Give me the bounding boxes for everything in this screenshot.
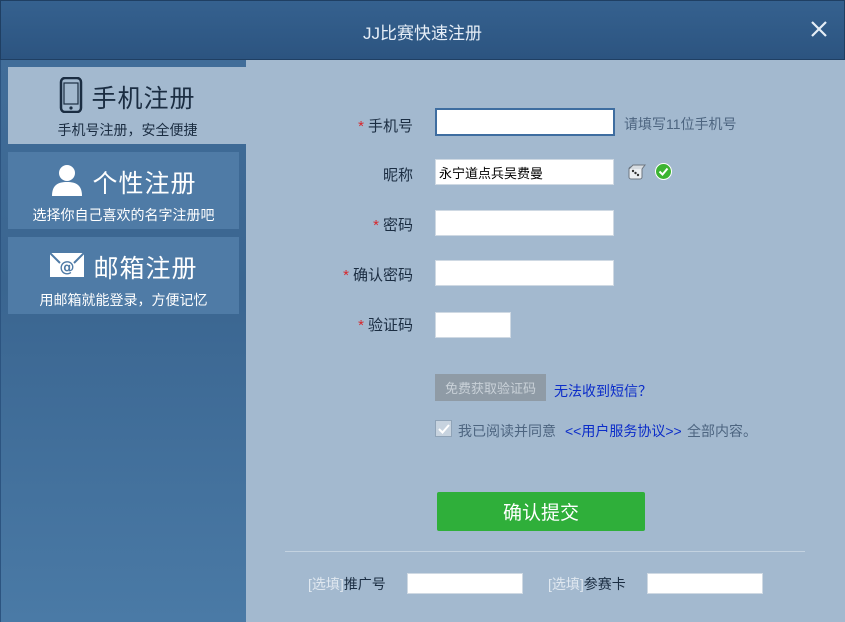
sidebar-item-email-register[interactable]: @ 邮箱注册 用邮箱就能登录，方便记忆 <box>8 237 239 314</box>
phone-label: * 手机号 <box>358 118 413 135</box>
sidebar-item-label: 手机注册 <box>91 85 196 113</box>
sidebar-item-sub: 用邮箱就能登录，方便记忆 <box>39 292 208 308</box>
phone-icon <box>59 76 83 118</box>
phone-input[interactable] <box>435 108 615 136</box>
email-icon: @ <box>49 251 86 283</box>
user-icon <box>50 163 84 202</box>
sidebar: 手机注册 手机号注册，安全便捷 个性注册 选择你自己喜欢的名字注册吧 @ 邮箱注… <box>0 60 247 622</box>
captcha-input[interactable] <box>435 312 511 338</box>
required-mark: * <box>358 118 364 135</box>
password-label: * 密码 <box>373 217 413 234</box>
sidebar-item-label: 个性注册 <box>92 170 197 198</box>
agree-checkbox[interactable] <box>435 420 452 437</box>
sidebar-item-phone-register[interactable]: 手机注册 手机号注册，安全便捷 <box>8 67 247 144</box>
confirm-password-input[interactable] <box>435 260 614 286</box>
close-icon[interactable] <box>808 18 830 40</box>
card-input[interactable] <box>647 573 763 594</box>
required-mark: * <box>343 267 349 284</box>
no-sms-link[interactable]: 无法收到短信？ <box>554 381 652 401</box>
divider <box>285 551 805 552</box>
sidebar-item-sub: 手机号注册，安全便捷 <box>57 122 198 138</box>
agree-text: 我已阅读并同意 <box>458 423 556 439</box>
nickname-label: 昵称 <box>382 167 413 184</box>
get-code-button[interactable]: 免费获取验证码 <box>435 374 546 401</box>
random-dice-icon[interactable] <box>626 162 646 182</box>
title-bar: JJ比赛快速注册 <box>0 0 845 60</box>
user-agreement-link[interactable]: <<用户服务协议>> <box>565 421 682 441</box>
submit-button[interactable]: 确认提交 <box>437 492 645 531</box>
captcha-label: * 验证码 <box>358 317 413 334</box>
referrer-label: [选填]推广号 <box>308 576 386 592</box>
referrer-input[interactable] <box>407 573 523 594</box>
window-title: JJ比赛快速注册 <box>363 24 482 43</box>
phone-hint: 请填写11位手机号 <box>624 116 737 132</box>
svg-text:@: @ <box>60 258 75 276</box>
registration-form: * 手机号 请填写11位手机号 昵称 永宁道点兵吴费曼 * 密码 * 确认密码 * 验证… <box>246 60 845 622</box>
card-label: [选填]参赛卡 <box>548 576 626 592</box>
sidebar-item-custom-register[interactable]: 个性注册 选择你自己喜欢的名字注册吧 <box>8 152 239 229</box>
required-mark: * <box>373 217 379 234</box>
password-input[interactable] <box>435 210 614 236</box>
required-mark: * <box>358 317 364 334</box>
sidebar-item-label: 邮箱注册 <box>93 255 198 283</box>
checkmark-icon <box>437 423 450 434</box>
confirm-password-label: * 确认密码 <box>343 267 413 284</box>
sidebar-item-sub: 选择你自己喜欢的名字注册吧 <box>32 207 215 223</box>
nickname-input[interactable]: 永宁道点兵吴费曼 <box>435 159 614 185</box>
agree-suffix: 全部内容。 <box>687 423 757 439</box>
check-ok-icon <box>655 163 672 180</box>
